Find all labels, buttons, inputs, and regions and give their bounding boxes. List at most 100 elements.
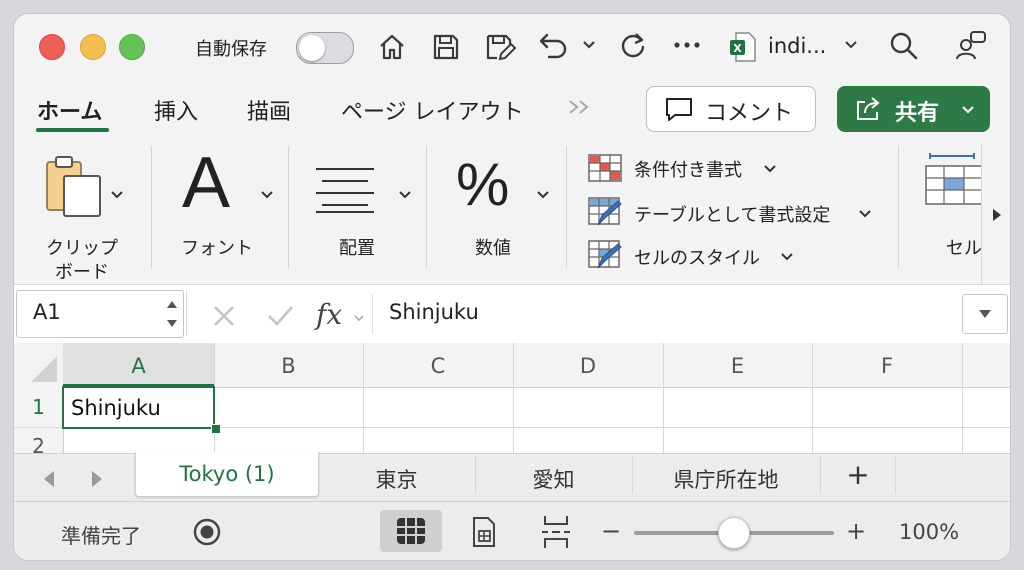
close-window-button[interactable] [39,34,65,60]
insert-function-icon[interactable]: fx [316,298,342,331]
more-options-icon[interactable] [673,41,701,49]
zoom-in-button[interactable]: + [846,517,866,545]
number-group[interactable]: % 数値 [440,150,570,260]
file-name-chevron-icon[interactable] [844,40,858,50]
share-chevron-icon [962,106,974,114]
minimize-window-button[interactable] [80,34,106,60]
column-header-e[interactable]: E [663,354,812,378]
file-name[interactable]: indi... [768,34,826,58]
format-as-table-label: テーブルとして書式設定 [634,205,831,226]
tab-draw[interactable]: 描画 [247,94,291,126]
cells-label: セル [946,238,982,259]
cancel-formula-icon[interactable] [212,304,236,328]
sheet-tab-tokyo[interactable]: 東京 [319,464,474,494]
save-icon[interactable] [430,31,462,63]
zoom-out-button[interactable]: − [601,517,621,545]
font-chevron-icon [261,191,273,199]
sheet-tab-aichi[interactable]: 愛知 [476,464,631,494]
ribbon-separator [151,146,152,268]
undo-icon[interactable] [537,29,571,63]
column-divider [962,343,963,453]
zoom-window-button[interactable] [119,34,145,60]
column-header-d[interactable]: D [513,354,663,378]
cell-styles-chevron-icon [781,253,793,261]
font-group[interactable]: A フォント [164,143,284,260]
more-tabs-chevron-icon[interactable] [567,98,593,116]
cells-icon [925,153,983,205]
enter-formula-icon[interactable] [266,304,294,328]
share-button[interactable]: 共有 [837,86,990,132]
zoom-level[interactable]: 100% [899,520,959,544]
ribbon-scroll-right-button[interactable] [981,144,1010,284]
conditional-formatting-label: 条件付き書式 [634,160,742,181]
formula-bar-divider [186,290,187,336]
save-as-icon[interactable] [483,31,517,63]
font-icon: A [182,143,231,223]
cells-group[interactable]: セル [914,150,984,260]
formula-expand-icon [979,310,991,318]
name-box-stepper-icon[interactable] [165,297,179,331]
zoom-slider-thumb[interactable] [718,517,750,549]
column-header-a[interactable]: A [63,354,214,378]
row-header-1[interactable]: 1 [14,395,63,419]
redo-icon[interactable] [616,29,650,63]
zoom-slider[interactable] [634,517,834,549]
tab-insert[interactable]: 挿入 [154,94,198,126]
format-as-table-chevron-icon [859,210,871,218]
svg-text:X: X [733,42,742,55]
scroll-sheets-right-icon[interactable] [90,470,104,488]
sheet-tab-tokyo-1-label: Tokyo (1) [179,462,275,486]
percent-icon: % [456,151,510,218]
select-all-button[interactable] [14,343,63,387]
fill-handle[interactable] [211,424,221,434]
cell-styles-icon [588,240,622,269]
page-break-preview-icon[interactable] [540,514,572,550]
ribbon-separator [898,146,899,268]
cell-a1[interactable]: Shinjuku [62,386,215,429]
sheet-tab-prefectural-capital[interactable]: 県庁所在地 [633,464,819,494]
macro-record-icon[interactable] [192,517,222,547]
undo-dropdown-chevron-icon[interactable] [582,40,596,50]
account-feedback-icon[interactable] [954,28,988,62]
page-layout-view-icon[interactable] [471,516,497,548]
formula-expand-button[interactable] [962,294,1008,334]
add-sheet-button[interactable]: + [821,458,895,491]
share-icon [857,97,880,120]
scroll-sheets-left-icon[interactable] [42,470,56,488]
normal-view-button[interactable] [380,510,442,552]
alignment-group[interactable]: 配置 [302,150,422,260]
clipboard-group[interactable]: クリップ ボード [34,150,134,283]
ribbon-scroll-right-icon [993,209,1001,221]
autosave-toggle-knob [299,35,325,61]
column-divider [363,343,364,453]
conditional-formatting-button[interactable]: 条件付き書式 [588,154,788,184]
share-label: 共有 [895,101,940,126]
comment-button[interactable]: コメント [646,86,816,132]
column-header-b[interactable]: B [214,354,363,378]
column-header-c[interactable]: C [363,354,513,378]
search-icon[interactable] [888,30,920,62]
tab-home-underline [36,128,109,132]
format-as-table-button[interactable]: テーブルとして書式設定 [588,197,878,227]
tab-home[interactable]: ホーム [37,94,102,126]
autosave-label: 自動保存 [195,39,267,60]
home-icon[interactable] [376,31,408,63]
autosave-toggle[interactable] [296,32,354,64]
column-divider [513,343,514,453]
cell-styles-button[interactable]: セルのスタイル [588,240,818,270]
column-divider [663,343,664,453]
normal-view-icon [397,518,425,544]
column-header-f[interactable]: F [812,354,962,378]
sheet-tab-tokyo-1[interactable]: Tokyo (1) [135,452,319,497]
comment-icon [666,98,692,121]
sheet-tab-divider [895,456,896,494]
formula-input[interactable]: Shinjuku [372,294,963,334]
name-box[interactable]: A1 [16,290,184,338]
ribbon-separator [288,146,289,268]
number-label: 数値 [475,238,511,259]
tab-page-layout[interactable]: ページ レイアウト [341,94,524,126]
number-chevron-icon [537,191,549,199]
insert-function-chevron-icon[interactable] [353,314,365,323]
clipboard-label-line2: ボード [55,262,109,283]
clipboard-icon [46,156,101,217]
